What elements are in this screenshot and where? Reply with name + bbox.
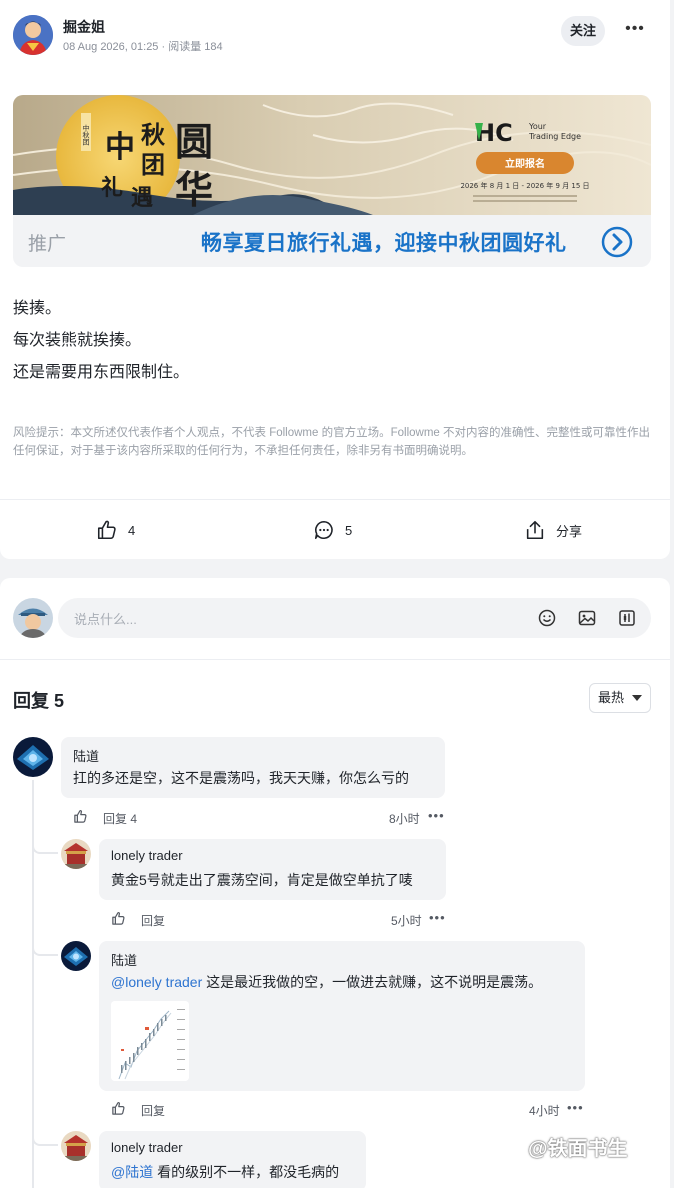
commenter-avatar[interactable] xyxy=(13,737,53,777)
promo-label: 推广 xyxy=(28,234,67,255)
svg-text:中: 中 xyxy=(105,130,135,165)
comment-text: 黄金5号就走出了震荡空间，肯定是做空单抗了唛 xyxy=(111,872,413,888)
commenter-name[interactable]: 陆道 xyxy=(111,950,137,969)
like-count: 4 xyxy=(128,522,136,538)
divider xyxy=(0,659,670,660)
comment-time: 5小时 xyxy=(391,914,422,928)
svg-text:华: 华 xyxy=(175,167,213,212)
mention-link[interactable]: @lonely trader xyxy=(111,974,202,990)
svg-text:立即报名: 立即报名 xyxy=(505,157,545,170)
replies-title: 回复 5 xyxy=(13,691,65,711)
comment-more-icon[interactable]: ••• xyxy=(428,808,445,823)
chart-icon[interactable] xyxy=(617,608,637,628)
author-name[interactable]: 掘金姐 xyxy=(63,17,105,37)
comment-count: 5 xyxy=(345,522,353,538)
more-options-icon[interactable]: ••• xyxy=(622,18,648,44)
post-card: 掘金姐 08 Aug 2026, 01:25 · 阅读量 184 关注 ••• xyxy=(0,0,670,559)
post-text-line-2: 每次装熊就挨揍。 xyxy=(13,332,142,349)
comment-bubble: lonely trader 黄金5号就走出了震荡空间，肯定是做空单抗了唛 xyxy=(99,839,446,900)
thumbs-up-icon xyxy=(97,520,116,540)
thumbs-up-icon xyxy=(74,810,87,823)
image-icon[interactable] xyxy=(577,608,597,628)
comment-more-icon[interactable]: ••• xyxy=(429,910,446,925)
arrow-right-circle-icon[interactable] xyxy=(601,226,633,258)
reply-button[interactable]: 回复 4 xyxy=(103,810,137,827)
comment-button[interactable]: 5 xyxy=(313,518,352,542)
promo-text[interactable]: 畅享夏日旅行礼遇，迎接中秋团圆好礼 xyxy=(201,227,567,257)
share-button[interactable]: 分享 xyxy=(524,518,582,542)
commenter-avatar[interactable] xyxy=(61,941,91,971)
thread-connector xyxy=(32,840,58,854)
promo-banner-image: 中秋团 中 秋 团 礼 遇 圆 华 HC Your Trading Edge 立… xyxy=(13,95,651,219)
reply-button[interactable]: 回复 xyxy=(141,1102,165,1119)
svg-text:中秋团: 中秋团 xyxy=(82,124,90,147)
comment-text-body: 这是最近我做的空，一做进去就赚，这不说明是震荡。 xyxy=(202,974,543,990)
triangle-down-icon xyxy=(632,695,642,701)
comment-icon xyxy=(314,520,333,540)
mention-link[interactable]: @陆道 xyxy=(111,1164,153,1180)
share-icon xyxy=(526,520,544,540)
like-button[interactable]: 4 xyxy=(96,518,135,542)
thumbs-up-icon xyxy=(112,912,125,925)
promo-banner[interactable]: 中秋团 中 秋 团 礼 遇 圆 华 HC Your Trading Edge 立… xyxy=(13,95,651,267)
follow-button[interactable]: 关注 xyxy=(561,16,605,46)
svg-text:遇: 遇 xyxy=(131,185,153,211)
svg-text:团: 团 xyxy=(141,150,165,179)
commenter-name[interactable]: lonely trader xyxy=(111,848,183,863)
share-label: 分享 xyxy=(556,523,583,539)
comment-like-button[interactable] xyxy=(111,911,126,926)
comment-text: @陆道 看的级别不一样，都没毛病的 xyxy=(111,1162,339,1182)
author-avatar[interactable] xyxy=(13,15,53,55)
comment-text: 扛的多还是空，这不是震荡吗，我天天赚，你怎么亏的 xyxy=(73,770,409,786)
comment-bubble: lonely trader @陆道 看的级别不一样，都没毛病的 xyxy=(99,1131,366,1188)
commenter-avatar[interactable] xyxy=(61,839,91,869)
comment-input-placeholder: 说点什么... xyxy=(74,612,137,627)
watermark-text: @铁面书生 xyxy=(528,1138,628,1160)
comment-time: 8小时 xyxy=(389,812,420,826)
svg-text:Your: Your xyxy=(528,122,547,131)
comment-bubble: 陆道 @lonely trader 这是最近我做的空，一做进去就赚，这不说明是震… xyxy=(99,941,585,1091)
commenter-name[interactable]: 陆道 xyxy=(73,746,99,765)
sort-dropdown[interactable]: 最热 xyxy=(589,683,651,713)
reply-button[interactable]: 回复 xyxy=(141,912,165,929)
risk-notice: 风险提示：本文所述仅代表作者个人观点，不代表 Followme 的官方立场。Fo… xyxy=(13,427,650,457)
thread-connector xyxy=(32,1132,58,1146)
svg-text:秋: 秋 xyxy=(141,120,166,149)
sort-dropdown-label: 最热 xyxy=(598,690,625,705)
current-user-avatar[interactable] xyxy=(13,598,53,638)
post-text-line-1: 挨揍。 xyxy=(13,300,62,317)
divider xyxy=(0,499,670,500)
thread-connector xyxy=(32,942,58,956)
post-text-line-3: 还是需要用东西限制住。 xyxy=(13,364,190,381)
commenter-name[interactable]: lonely trader xyxy=(111,1140,183,1155)
comment-image-thumbnail[interactable] xyxy=(111,1001,189,1081)
thumbs-up-icon xyxy=(112,1102,125,1115)
comment-time: 4小时 xyxy=(529,1104,560,1118)
post-meta: 08 Aug 2026, 01:25 · 阅读量 184 xyxy=(63,41,223,53)
svg-text:2026 年 8 月 1 日 - 2026 年 9 月 15: 2026 年 8 月 1 日 - 2026 年 9 月 15 日 xyxy=(460,181,589,190)
comment-text: @lonely trader 这是最近我做的空，一做进去就赚，这不说明是震荡。 xyxy=(111,972,542,992)
comment-bubble: 陆道 扛的多还是空，这不是震荡吗，我天天赚，你怎么亏的 xyxy=(61,737,445,798)
commenter-avatar[interactable] xyxy=(61,1131,91,1161)
comment-like-button[interactable] xyxy=(73,809,88,824)
comment-like-button[interactable] xyxy=(111,1101,126,1116)
comment-more-icon[interactable]: ••• xyxy=(567,1100,584,1115)
svg-text:圆: 圆 xyxy=(175,119,213,164)
emoji-icon[interactable] xyxy=(537,608,557,628)
svg-text:Trading Edge: Trading Edge xyxy=(528,132,581,141)
svg-text:礼: 礼 xyxy=(101,175,123,201)
comment-input[interactable]: 说点什么... xyxy=(58,598,651,638)
comment-text-body: 看的级别不一样，都没毛病的 xyxy=(153,1164,340,1180)
